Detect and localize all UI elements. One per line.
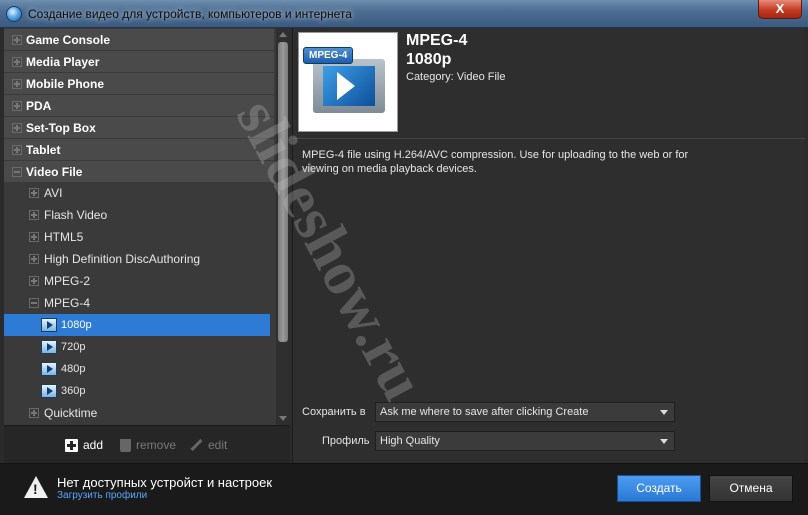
expand-icon[interactable] bbox=[12, 144, 22, 155]
tree-category-media-player[interactable]: Media Player bbox=[4, 50, 274, 72]
collapse-icon[interactable] bbox=[12, 166, 22, 177]
tree-category-game-console[interactable]: Game Console bbox=[4, 28, 274, 50]
tree-category-label: Video File bbox=[26, 164, 83, 179]
profile-toolbar: add remove edit bbox=[4, 425, 290, 463]
tree-category-mobile-phone[interactable]: Mobile Phone bbox=[4, 72, 274, 94]
expand-icon[interactable] bbox=[12, 122, 22, 133]
profile-description: MPEG-4 file using H.264/AVC compression.… bbox=[302, 149, 689, 175]
tree-item-quicktime[interactable]: Quicktime bbox=[4, 402, 274, 424]
save-location-select[interactable]: Ask me where to save after clicking Crea… bbox=[375, 402, 675, 422]
window-title: Создание видео для устройств, компьютеро… bbox=[28, 7, 352, 21]
remove-label: remove bbox=[136, 438, 177, 452]
profile-label: Профиль bbox=[322, 435, 370, 447]
expand-icon[interactable] bbox=[12, 34, 22, 45]
profile-thumbnail: MPEG-4 bbox=[298, 32, 398, 132]
warning-exclamation-icon: ! bbox=[33, 481, 38, 497]
edit-label: edit bbox=[208, 438, 228, 452]
profile-item-720p[interactable]: 720p bbox=[4, 336, 274, 358]
tree-item-html5[interactable]: HTML5 bbox=[4, 226, 274, 248]
tree-item-flash-video[interactable]: Flash Video bbox=[4, 204, 274, 226]
save-to-label: Сохранить в bbox=[302, 406, 366, 418]
divider bbox=[293, 138, 805, 139]
tree-item-label: MPEG-2 bbox=[44, 274, 91, 288]
tree-item-label: HTML5 bbox=[44, 230, 84, 244]
chevron-down-icon bbox=[660, 410, 668, 415]
profile-category: Category: Video File bbox=[406, 71, 506, 83]
profile-name: MPEG-4 bbox=[406, 32, 468, 49]
video-profile-icon bbox=[41, 384, 57, 398]
profile-item-label: 1080p bbox=[61, 319, 92, 331]
tree-item-label: MPEG-4 bbox=[44, 296, 91, 310]
plus-icon bbox=[65, 438, 78, 452]
expand-icon[interactable] bbox=[12, 78, 22, 89]
profile-item-label: 360p bbox=[61, 385, 86, 397]
edit-profile-button[interactable]: edit bbox=[190, 438, 227, 452]
expand-icon[interactable] bbox=[29, 276, 39, 286]
tree-item-label: High Definition DiscAuthoring bbox=[44, 252, 201, 266]
expand-icon[interactable] bbox=[12, 100, 22, 111]
tree-item-label: AVI bbox=[44, 186, 63, 200]
tree-category-label: Set-Top Box bbox=[26, 120, 96, 135]
quality-profile-select[interactable]: High Quality bbox=[375, 431, 675, 451]
tree-category-label: Game Console bbox=[26, 32, 111, 47]
tree-category-label: Mobile Phone bbox=[26, 76, 104, 91]
chevron-down-icon bbox=[660, 439, 668, 444]
title-bar: Создание видео для устройств, компьютеро… bbox=[0, 0, 808, 28]
window-close-button[interactable]: X bbox=[758, 0, 802, 19]
quality-profile-value: High Quality bbox=[380, 435, 440, 447]
expand-icon[interactable] bbox=[29, 188, 39, 198]
format-badge: MPEG-4 bbox=[303, 47, 354, 64]
expand-icon[interactable] bbox=[29, 254, 39, 264]
add-profile-button[interactable]: add bbox=[65, 438, 103, 452]
profile-resolution: 1080p bbox=[406, 51, 452, 68]
footer-bar: ! Нет доступных устройст и настроек Загр… bbox=[0, 463, 808, 515]
scroll-up-arrow-icon[interactable] bbox=[279, 32, 287, 37]
download-profiles-link[interactable]: Загрузить профили bbox=[57, 490, 147, 501]
tree-scrollbar[interactable] bbox=[276, 28, 290, 425]
expand-icon[interactable] bbox=[29, 408, 39, 418]
profile-item-1080p[interactable]: 1080p bbox=[4, 314, 270, 336]
collapse-icon[interactable] bbox=[29, 298, 39, 308]
tree-item-label: Quicktime bbox=[44, 406, 98, 420]
tree-item-mpeg2[interactable]: MPEG-2 bbox=[4, 270, 274, 292]
tree-category-label: Media Player bbox=[26, 54, 100, 69]
pencil-icon bbox=[190, 439, 203, 452]
tree-category-set-top-box[interactable]: Set-Top Box bbox=[4, 116, 274, 138]
save-location-value: Ask me where to save after clicking Crea… bbox=[380, 406, 589, 418]
profile-item-480p[interactable]: 480p bbox=[4, 358, 274, 380]
tree-item-label: Flash Video bbox=[44, 208, 108, 222]
video-profile-icon bbox=[41, 318, 57, 332]
film-icon bbox=[313, 59, 385, 113]
profile-details-panel: MPEG-4 MPEG-4 1080p Category: Video File… bbox=[292, 28, 805, 463]
tree-category-label: Tablet bbox=[26, 142, 61, 157]
profile-item-label: 480p bbox=[61, 363, 86, 375]
profile-item-360p[interactable]: 360p bbox=[4, 380, 274, 402]
expand-icon[interactable] bbox=[29, 232, 39, 242]
tree-category-label: PDA bbox=[26, 98, 52, 113]
app-globe-icon bbox=[6, 6, 22, 22]
scrollbar-thumb[interactable] bbox=[278, 42, 288, 342]
cancel-button[interactable]: Отмена bbox=[709, 475, 793, 502]
tree-item-avi[interactable]: AVI bbox=[4, 182, 274, 204]
video-profile-icon bbox=[41, 340, 57, 354]
trash-icon bbox=[120, 438, 131, 452]
remove-profile-button[interactable]: remove bbox=[120, 438, 176, 452]
add-label: add bbox=[83, 438, 104, 452]
tree-item-mpeg4[interactable]: MPEG-4 bbox=[4, 292, 274, 314]
expand-icon[interactable] bbox=[29, 210, 39, 220]
video-profile-icon bbox=[41, 362, 57, 376]
tree-category-video-file[interactable]: Video File bbox=[4, 160, 274, 182]
device-tree: Game Console Media Player Mobile Phone P… bbox=[4, 28, 274, 424]
profile-item-label: 720p bbox=[61, 341, 86, 353]
tree-category-tablet[interactable]: Tablet bbox=[4, 138, 274, 160]
tree-category-pda[interactable]: PDA bbox=[4, 94, 274, 116]
create-button[interactable]: Создать bbox=[617, 475, 701, 502]
tree-item-hd-disc-authoring[interactable]: High Definition DiscAuthoring bbox=[4, 248, 274, 270]
expand-icon[interactable] bbox=[12, 56, 22, 67]
play-icon bbox=[337, 72, 355, 100]
device-tree-panel: Game Console Media Player Mobile Phone P… bbox=[4, 28, 290, 425]
scroll-down-arrow-icon[interactable] bbox=[279, 416, 287, 421]
no-devices-message: Нет доступных устройст и настроек bbox=[57, 475, 273, 490]
